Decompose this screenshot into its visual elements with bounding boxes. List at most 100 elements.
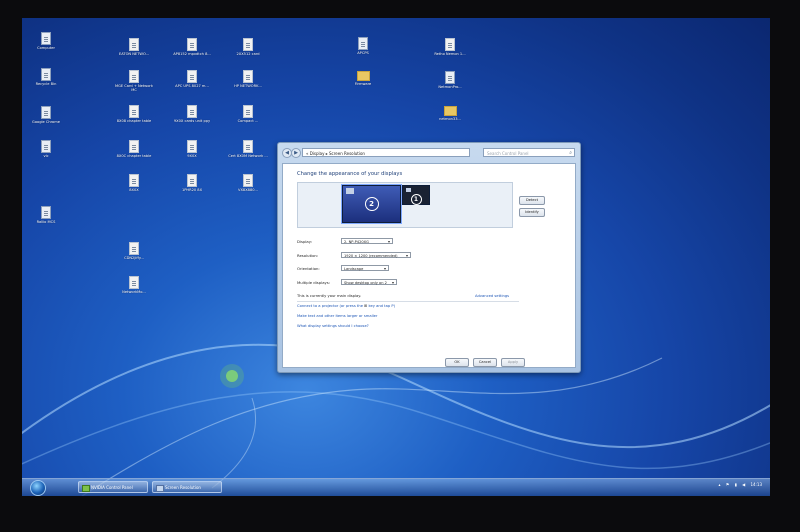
desktop-icon-file[interactable]: 9X0X — [172, 140, 212, 158]
document-icon — [243, 38, 253, 51]
forward-button[interactable]: ▶ — [291, 148, 301, 158]
desktop-icon-file[interactable]: EATON NETWO... — [114, 38, 154, 56]
computer-icon — [41, 32, 51, 45]
chevron-down-icon: ▾ — [391, 280, 394, 285]
document-icon — [129, 276, 139, 289]
document-icon — [129, 105, 139, 118]
monitor-1-tile[interactable]: 1 — [402, 185, 430, 205]
desktop-icon-file[interactable]: 8X0C chapter table — [114, 140, 154, 158]
window-chrome: ◀ ▶ « Display ▸ Screen Resolution Search… — [278, 143, 580, 165]
identify-button[interactable]: Identify — [519, 208, 545, 217]
orientation-label: Orientation: — [297, 266, 320, 271]
chevron-down-icon: ▾ — [383, 266, 386, 271]
display-select[interactable]: 2. NP-P420XG ▾ — [341, 238, 393, 244]
main-display-note: This is currently your main display. — [297, 294, 362, 298]
document-icon — [187, 70, 197, 83]
document-icon — [187, 174, 197, 187]
desktop-icon-file[interactable]: Compact ... — [228, 105, 268, 123]
document-icon — [129, 140, 139, 153]
folder-icon — [443, 106, 457, 116]
document-icon — [243, 140, 253, 153]
apply-button[interactable]: Apply — [501, 358, 525, 367]
desktop-icon-chrome[interactable]: Google Chrome — [26, 106, 66, 124]
display-help-link[interactable]: What display settings should I choose? — [297, 324, 369, 328]
document-icon — [129, 174, 139, 187]
desktop-screen: Computer Recycle Bin Google Chrome vlc R… — [22, 18, 770, 496]
desktop-icon-file[interactable]: HP NETWORK... — [228, 70, 268, 88]
multiple-displays-select[interactable]: Show desktop only on 2 ▾ — [341, 279, 397, 285]
desktop-icon-recycle-bin[interactable]: Recycle Bin — [26, 68, 66, 86]
app-icon — [41, 206, 51, 219]
taskbar-item-screen-resolution[interactable]: Screen Resolution — [152, 481, 222, 493]
divider — [297, 301, 519, 302]
desktop-icon-file[interactable]: NetworkMo... — [114, 276, 154, 294]
display-label: Display: — [297, 239, 312, 244]
desktop-icon-file[interactable]: Cert 8X0M Network ... — [228, 140, 268, 158]
system-tray: ▴ ⚑ ▮ ◀ 14:13 — [714, 482, 762, 487]
text-size-link[interactable]: Make text and other items larger or smal… — [297, 314, 377, 318]
document-icon — [187, 140, 197, 153]
taskbar-item-nvidia[interactable]: NVIDIA Control Panel — [78, 481, 148, 493]
desktop-icon-netmonpro[interactable]: NetmonPro... — [430, 71, 470, 89]
desktop-icon-file[interactable]: 2XX512 card — [228, 38, 268, 56]
desktop-icon-apcps[interactable]: APCPS — [343, 37, 383, 55]
resolution-label: Resolution: — [297, 253, 319, 258]
document-icon — [243, 174, 253, 187]
desktop-icon-vlc[interactable]: vlc — [26, 140, 66, 158]
desktop-icon-file[interactable]: 8X08 chapter table — [114, 105, 154, 123]
desktop-icon-file[interactable]: VX8X880... — [228, 174, 268, 192]
multiple-displays-value: Show desktop only on 2 — [344, 281, 387, 285]
network-icon[interactable]: ▮ — [735, 482, 737, 487]
address-bar[interactable]: « Display ▸ Screen Resolution — [302, 148, 470, 157]
desktop-icon-file[interactable]: 9X0X cards unit ppy — [172, 105, 212, 123]
taskbar-item-label: NVIDIA Control Panel — [91, 485, 133, 490]
desktop-icon-file[interactable]: 8X0X — [114, 174, 154, 192]
clock[interactable]: 14:13 — [750, 482, 762, 487]
desktop-icon-file[interactable]: MGE Card + Network MC — [114, 70, 154, 92]
desktop-icon-computer[interactable]: Computer — [26, 32, 66, 50]
desktop-icon-file[interactable]: AP8152 mpxdtch 8... — [172, 38, 212, 56]
display-arrangement-area: 2 1 — [297, 182, 513, 228]
monitor-thumbnail — [406, 188, 411, 192]
search-input[interactable]: Search Control Panel ⌕ — [483, 148, 575, 157]
resolution-select[interactable]: 1920 × 1200 (recommended) ▾ — [341, 252, 411, 258]
document-icon — [187, 38, 197, 51]
folder-icon — [356, 71, 370, 81]
taskbar: NVIDIA Control Panel Screen Resolution ▴… — [22, 478, 770, 496]
ok-button[interactable]: OK — [445, 358, 469, 367]
document-icon — [187, 105, 197, 118]
vlc-icon — [41, 140, 51, 153]
page-title: Change the appearance of your displays — [297, 171, 403, 177]
window-content: Change the appearance of your displays 2… — [282, 163, 576, 368]
chevron-down-icon: ▾ — [387, 239, 390, 244]
document-icon — [129, 70, 139, 83]
desktop-icon-folder[interactable]: netmon33... — [430, 106, 470, 121]
chevron-down-icon: ▾ — [405, 253, 408, 258]
display-value: 2. NP-P420XG — [344, 240, 369, 244]
cancel-button[interactable]: Cancel — [473, 358, 497, 367]
orientation-select[interactable]: Landscape ▾ — [341, 265, 389, 271]
detect-button[interactable]: Detect — [519, 196, 545, 205]
projector-link-text: Connect to a projector (or press the — [297, 304, 363, 308]
desktop-icon-file[interactable]: 1PHR20 8X — [172, 174, 212, 192]
desktop-icon-file[interactable]: CDN2Jiffy... — [114, 242, 154, 260]
search-icon: ⌕ — [569, 150, 572, 156]
projector-link-suffix: key and tap P) — [368, 304, 396, 308]
app-icon — [445, 71, 455, 84]
flag-icon[interactable]: ⚑ — [726, 482, 730, 487]
orientation-value: Landscape — [344, 267, 364, 271]
document-icon — [129, 242, 139, 255]
desktop-icon-rallio[interactable]: Rallio MCS — [26, 206, 66, 224]
monitor-2-tile[interactable]: 2 — [341, 184, 402, 224]
desktop-icon-file[interactable]: Retho Nemon 1... — [430, 38, 470, 56]
show-hidden-icons-icon[interactable]: ▴ — [718, 482, 720, 487]
connect-projector-link[interactable]: Connect to a projector (or press the ⊞ k… — [297, 304, 395, 308]
monitor-thumbnail — [346, 188, 354, 194]
control-panel-icon — [156, 485, 164, 492]
start-button[interactable] — [30, 480, 46, 496]
volume-icon[interactable]: ◀ — [742, 482, 745, 487]
desktop-icon-file[interactable]: APC UPS 8027 m... — [172, 70, 212, 88]
monitor-number: 1 — [410, 194, 422, 205]
desktop-icon-firmware[interactable]: Firmware — [343, 71, 383, 86]
advanced-settings-link[interactable]: Advanced settings — [475, 294, 509, 298]
